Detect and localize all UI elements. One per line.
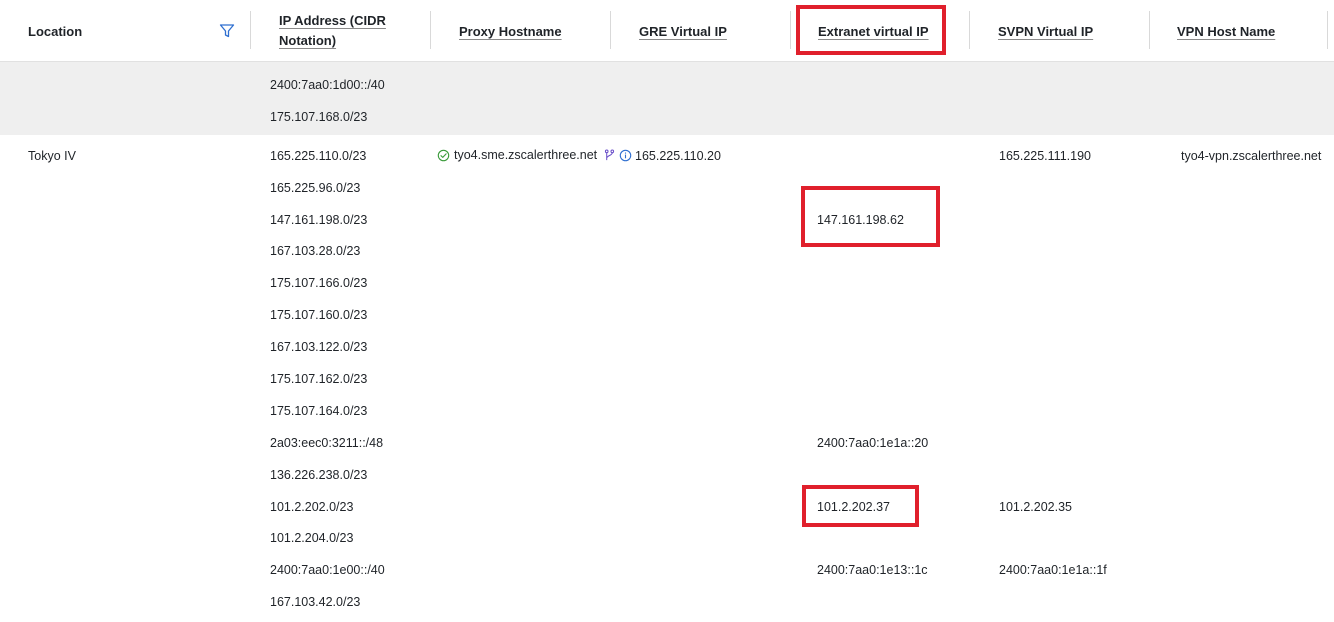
column-separator[interactable] (1327, 11, 1328, 49)
ip-cell: 2a03:eec0:3211::/48 (270, 436, 384, 450)
column-separator[interactable] (250, 11, 251, 49)
column-header-ip-label-line2: Notation) (279, 33, 337, 48)
svpn-ip-cell: 165.225.111.190 (999, 149, 1091, 163)
ip-cell: 101.2.202.0/23 (270, 500, 354, 514)
column-separator[interactable] (790, 11, 791, 49)
proxy-hostname-text: tyo4.sme.zscalerthree.net (454, 148, 598, 162)
column-header-svpn-virtual-ip[interactable]: SVPN Virtual IP (998, 0, 1093, 62)
column-header-svpn-label: SVPN Virtual IP (998, 23, 1094, 39)
ip-cell: 175.107.162.0/23 (270, 372, 368, 386)
ip-cell: 165.225.110.0/23 (270, 149, 367, 163)
table-header: Location IP Address (CIDR Notation) Prox… (0, 0, 1334, 62)
column-header-proxy-label: Proxy Hostname (459, 23, 562, 39)
ip-cell: 2400:7aa0:1e00::/40 (270, 563, 385, 577)
extranet-ip-cell: 2400:7aa0:1e13::1c (817, 563, 928, 577)
column-separator[interactable] (430, 11, 431, 49)
proxy-hostname-cell: tyo4.sme.zscalerthree.net (437, 148, 597, 162)
column-header-extranet-virtual-ip[interactable]: Extranet virtual IP (818, 0, 929, 62)
ip-cell: 147.161.198.0/23 (270, 213, 368, 227)
ip-cell: 167.103.122.0/23 (270, 340, 368, 354)
ip-cell: 175.107.168.0/23 (270, 110, 368, 124)
column-header-location[interactable]: Location (28, 0, 82, 62)
extranet-ip-cell: 2400:7aa0:1e1a::20 (817, 436, 929, 450)
gre-ip-cell: 165.225.110.20 (635, 149, 721, 163)
column-header-vpn-host-name[interactable]: VPN Host Name (1177, 0, 1275, 62)
column-header-ip-label-line1: IP Address (CIDR (279, 13, 386, 28)
ip-cell: 2400:7aa0:1d00::/40 (270, 78, 385, 92)
branch-icon[interactable] (603, 149, 616, 162)
extranet-ip-cell: 101.2.202.37 (817, 500, 890, 514)
column-header-extranet-label: Extranet virtual IP (818, 23, 929, 39)
ip-cell: 175.107.166.0/23 (270, 276, 368, 290)
check-circle-icon (437, 149, 450, 161)
column-header-gre-virtual-ip[interactable]: GRE Virtual IP (639, 0, 727, 62)
ip-cell: 101.2.204.0/23 (270, 531, 354, 545)
column-separator[interactable] (1149, 11, 1150, 49)
extranet-ip-cell: 147.161.198.62 (817, 213, 904, 227)
table-row-previous[interactable] (0, 62, 1334, 135)
ip-cell: 136.226.238.0/23 (270, 468, 368, 482)
svpn-ip-cell: 2400:7aa0:1e1a::1f (999, 563, 1107, 577)
column-separator[interactable] (610, 11, 611, 49)
column-header-proxy-hostname[interactable]: Proxy Hostname (459, 0, 562, 62)
ip-cell: 175.107.160.0/23 (270, 308, 368, 322)
ip-cell: 175.107.164.0/23 (270, 404, 368, 418)
ip-cell: 165.225.96.0/23 (270, 181, 361, 195)
ip-cell: 167.103.28.0/23 (270, 244, 361, 258)
location-cell: Tokyo IV (28, 149, 76, 163)
column-header-location-label: Location (28, 23, 83, 39)
vpn-host-cell: tyo4-vpn.zscalerthree.net (1181, 149, 1322, 163)
svpn-ip-cell: 101.2.202.35 (999, 500, 1072, 514)
column-header-gre-label: GRE Virtual IP (639, 23, 727, 39)
ip-cell: 167.103.42.0/23 (270, 595, 361, 609)
info-icon[interactable] (619, 149, 632, 162)
column-header-vpn-label: VPN Host Name (1177, 23, 1276, 39)
filter-icon[interactable] (219, 23, 235, 39)
column-separator[interactable] (969, 11, 970, 49)
column-header-ip-address[interactable]: IP Address (CIDR Notation) (279, 0, 386, 62)
